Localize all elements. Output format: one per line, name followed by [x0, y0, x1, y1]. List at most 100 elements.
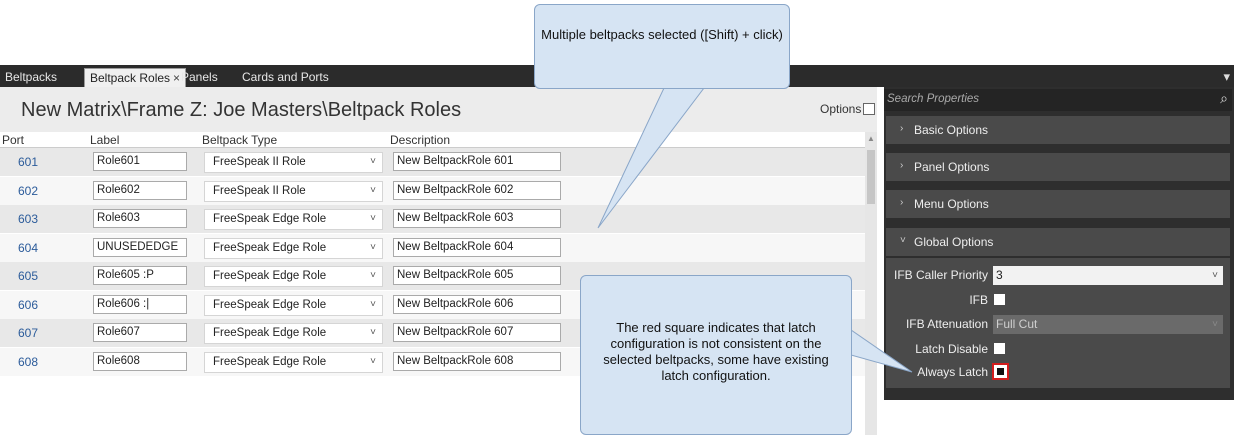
description-input[interactable]: New BeltpackRole 605	[393, 266, 561, 285]
global-options-body: IFB Caller Priority 3 ˅ IFB IFB Attenuat…	[886, 258, 1230, 388]
callout-text: Multiple beltpacks selected ([Shift) + c…	[541, 27, 783, 42]
label-input[interactable]: Role608	[93, 351, 187, 371]
description-input[interactable]: New BeltpackRole 606	[393, 294, 561, 314]
chevron-down-icon: ˅	[370, 156, 376, 167]
label-input[interactable]: Role605 :P	[93, 266, 187, 285]
select-value: FreeSpeak Edge Role	[213, 270, 327, 282]
scroll-up-icon[interactable]: ▲	[867, 134, 875, 143]
ifb-checkbox[interactable]	[994, 294, 1005, 305]
select-value: FreeSpeak II Role	[213, 184, 306, 197]
select-value: FreeSpeak II Role	[213, 156, 306, 168]
menu-icon[interactable]: ▾	[1223, 69, 1230, 85]
port-cell: 608	[18, 354, 39, 369]
column-header-label[interactable]: Label	[90, 133, 119, 147]
callout-text: The red square indicates that latch conf…	[603, 320, 829, 383]
section-basic-options[interactable]: › Basic Options	[886, 116, 1230, 144]
beltpack-type-select[interactable]: FreeSpeak II Role ˅	[204, 180, 383, 202]
label-input[interactable]: Role606 :|	[93, 294, 187, 314]
section-menu-options[interactable]: › Menu Options	[886, 190, 1230, 218]
chevron-down-icon: ˅	[370, 213, 376, 224]
vertical-scrollbar[interactable]: ▲	[865, 132, 877, 435]
search-properties[interactable]: Search Properties ⌕	[884, 89, 1232, 111]
chevron-down-icon: ˅	[370, 241, 376, 253]
latch-disable-checkbox[interactable]	[994, 343, 1005, 354]
description-input[interactable]: New BeltpackRole 608	[393, 351, 561, 371]
column-header-type[interactable]: Beltpack Type	[202, 133, 277, 147]
beltpack-type-select[interactable]: FreeSpeak Edge Role ˅	[204, 294, 383, 316]
search-icon[interactable]: ⌕	[1220, 90, 1228, 107]
chevron-down-icon: ˅	[370, 298, 376, 310]
select-value: 3	[996, 268, 1003, 282]
select-value: FreeSpeak Edge Role	[213, 241, 327, 254]
search-input[interactable]: Search Properties	[887, 93, 979, 105]
tab-beltpack-roles[interactable]: Beltpack Roles ×	[84, 68, 187, 87]
table-row[interactable]: 602 Role602 FreeSpeak II Role ˅ New Beltpack…	[0, 176, 865, 205]
options-toggle[interactable]: Options	[820, 102, 876, 116]
beltpack-type-select[interactable]: FreeSpeak II Role ˅	[204, 152, 383, 173]
chevron-right-icon: ›	[900, 197, 904, 208]
description-input[interactable]: New BeltpackRole 602	[393, 180, 561, 200]
scroll-thumb[interactable]	[867, 150, 875, 204]
port-cell: 606	[18, 297, 39, 312]
ifb-caller-priority-select[interactable]: 3 ˅	[993, 266, 1223, 285]
description-input[interactable]: New BeltpackRole 603	[393, 209, 561, 228]
label-input[interactable]: Role601	[93, 152, 187, 171]
section-global-options[interactable]: ˅ Global Options	[886, 228, 1230, 256]
chevron-right-icon: ›	[900, 123, 904, 134]
table-row[interactable]: 604 UNUSEDEDGE FreeSpeak Edge Role ˅ New Bel…	[0, 233, 865, 262]
section-panel-options[interactable]: › Panel Options	[886, 153, 1230, 181]
description-input[interactable]: New BeltpackRole 601	[393, 152, 561, 171]
beltpack-type-select[interactable]: FreeSpeak Edge Role ˅	[204, 209, 383, 230]
table-row[interactable]: 603 Role603 FreeSpeak Edge Role ˅ New Beltpa…	[0, 205, 865, 233]
port-cell: 602	[18, 183, 39, 198]
select-value: FreeSpeak Edge Role	[213, 213, 327, 225]
label-input[interactable]: Role607	[93, 323, 187, 342]
options-label: Options	[820, 102, 862, 116]
description-input[interactable]: New BeltpackRole 604	[393, 237, 561, 257]
table-header: Port Label Beltpack Type Description	[0, 132, 865, 148]
label-input[interactable]: Role603	[93, 209, 187, 228]
label-input[interactable]: UNUSEDEDGE	[93, 237, 187, 257]
chevron-right-icon: ›	[900, 160, 904, 171]
tab-label: Cards and Ports	[242, 70, 329, 84]
properties-panel: Search Properties ⌕ › Basic Options › Pa…	[884, 87, 1234, 400]
section-label: Global Options	[914, 235, 994, 249]
beltpack-type-select[interactable]: FreeSpeak Edge Role ˅	[204, 323, 383, 344]
beltpack-type-select[interactable]: FreeSpeak Edge Role ˅	[204, 266, 383, 287]
port-cell: 604	[18, 240, 39, 255]
tab-label: Beltpack Roles	[90, 71, 171, 85]
chevron-down-icon: ˅	[370, 327, 376, 338]
options-checkbox[interactable]	[863, 103, 876, 115]
tab-label: Beltpacks	[5, 70, 58, 84]
beltpack-type-select[interactable]: FreeSpeak Edge Role ˅	[204, 351, 383, 373]
table-row[interactable]: 601 Role601 FreeSpeak II Role ˅ New Beltpack…	[0, 148, 865, 176]
ifb-caller-priority-label: IFB Caller Priority	[893, 268, 988, 282]
section-label: Menu Options	[914, 197, 989, 211]
callout-latch-indicator: The red square indicates that latch conf…	[580, 275, 852, 435]
ifb-attenuation-select: Full Cut ˅	[993, 315, 1223, 334]
section-label: Basic Options	[914, 123, 989, 137]
chevron-down-icon: ˅	[900, 235, 906, 246]
port-cell: 605	[18, 269, 39, 283]
always-latch-checkbox[interactable]	[992, 363, 1009, 380]
select-value: FreeSpeak Edge Role	[213, 327, 327, 339]
ifb-label: IFB	[969, 293, 988, 307]
ifb-attenuation-label: IFB Attenuation	[905, 317, 988, 331]
tab-beltpacks[interactable]: Beltpacks	[0, 68, 62, 87]
tab-panels[interactable]: Panels	[176, 68, 223, 87]
column-header-description[interactable]: Description	[390, 133, 450, 147]
chevron-down-icon: ˅	[370, 270, 376, 281]
port-cell: 603	[18, 212, 39, 226]
beltpack-type-select[interactable]: FreeSpeak Edge Role ˅	[204, 237, 383, 259]
chevron-down-icon: ˅	[370, 184, 376, 196]
label-input[interactable]: Role602	[93, 180, 187, 200]
chevron-down-icon: ˅	[370, 355, 376, 367]
tab-label: Panels	[181, 70, 218, 84]
column-header-port[interactable]: Port	[2, 133, 24, 147]
latch-disable-label: Latch Disable	[915, 342, 988, 356]
select-value: FreeSpeak Edge Role	[213, 298, 327, 311]
title-bar: New Matrix\Frame Z: Joe Masters\Beltpack…	[0, 87, 877, 132]
tab-cards-and-ports[interactable]: Cards and Ports	[237, 68, 334, 87]
description-input[interactable]: New BeltpackRole 607	[393, 323, 561, 342]
page-title: New Matrix\Frame Z: Joe Masters\Beltpack…	[21, 99, 462, 121]
